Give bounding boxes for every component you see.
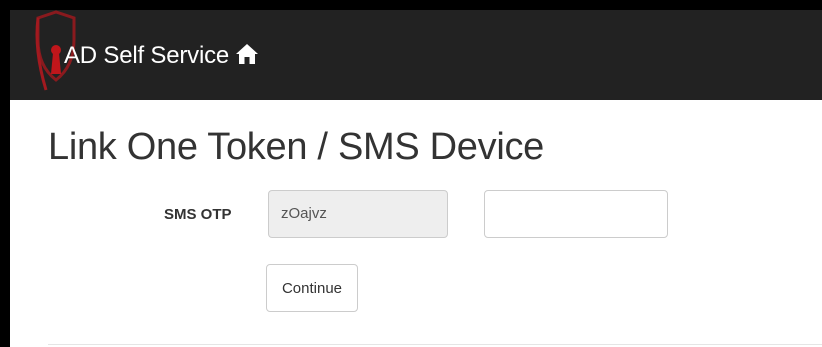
divider xyxy=(48,344,822,345)
brand-link[interactable]: AD Self Service xyxy=(34,10,259,100)
continue-button[interactable]: Continue xyxy=(266,264,358,312)
sms-otp-readonly-field: zOajvz xyxy=(268,190,448,238)
home-icon[interactable] xyxy=(235,43,259,65)
navbar: AD Self Service xyxy=(10,10,822,100)
sms-otp-input[interactable] xyxy=(484,190,668,238)
page-title: Link One Token / SMS Device xyxy=(48,126,544,168)
sms-otp-label: SMS OTP xyxy=(164,206,232,223)
brand-title: AD Self Service xyxy=(64,42,230,69)
app-frame: AD Self Service Link One Token / SMS Dev… xyxy=(10,10,822,347)
